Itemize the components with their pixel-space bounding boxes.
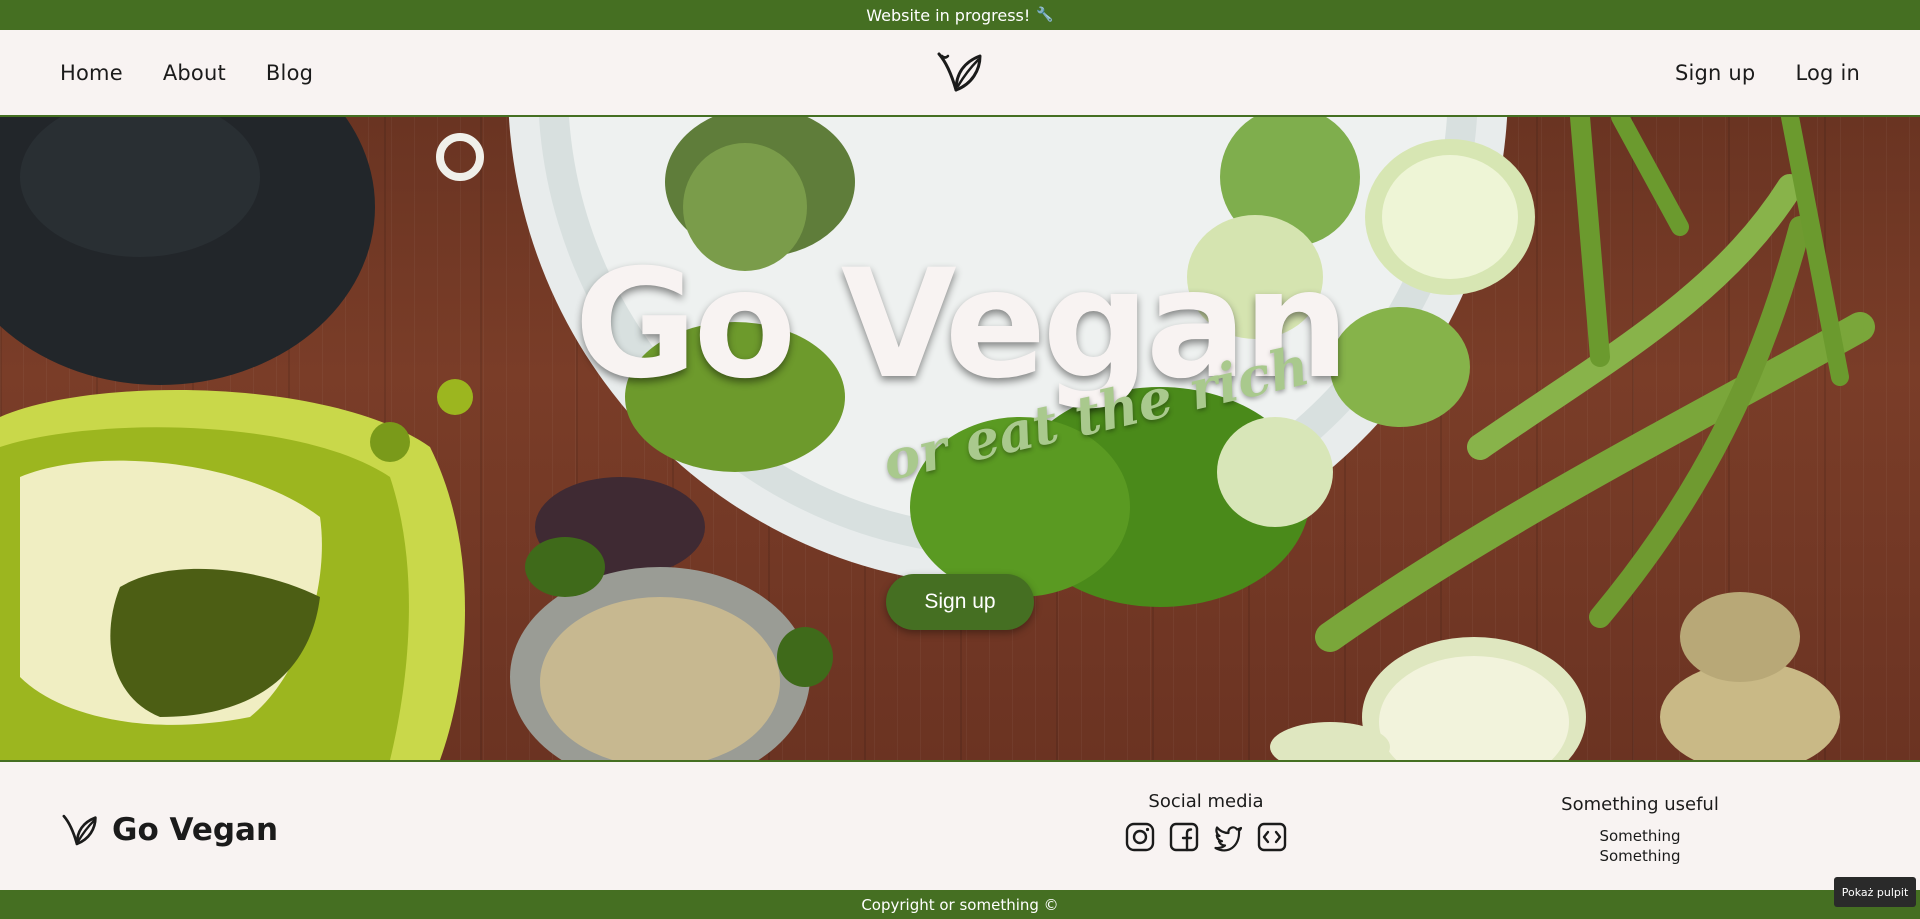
banner-text: Website in progress! bbox=[866, 5, 1031, 25]
copyright-bar: Copyright or something © bbox=[0, 890, 1920, 919]
code-icon[interactable] bbox=[1257, 822, 1287, 852]
top-banner: Website in progress! 🔧 bbox=[0, 0, 1920, 30]
copyright-text: Copyright or something © bbox=[861, 895, 1059, 914]
leaf-logo-icon bbox=[62, 814, 97, 846]
navbar: Home About Blog Sign up Log in bbox=[0, 30, 1920, 117]
nav-right-links: Sign up Log in bbox=[1675, 30, 1860, 115]
useful-title: Something useful bbox=[1561, 794, 1719, 815]
useful-link[interactable]: Something bbox=[1540, 827, 1740, 845]
footer-brand[interactable]: Go Vegan bbox=[60, 810, 278, 850]
useful-links: Something Something bbox=[1540, 827, 1740, 865]
nav-left-links: Home About Blog bbox=[60, 30, 313, 115]
useful-section: Something useful Something Something bbox=[1540, 794, 1740, 865]
social-media-title: Social media bbox=[1148, 791, 1264, 812]
hero-section: Go Vegan or eat the rich Sign up bbox=[0, 117, 1920, 760]
useful-link[interactable]: Something bbox=[1540, 847, 1740, 865]
social-icons bbox=[1120, 822, 1292, 852]
wrench-icon: 🔧 bbox=[1036, 7, 1054, 23]
leaf-logo-icon[interactable] bbox=[934, 46, 986, 98]
footer: Go Vegan Social media Something useful S… bbox=[0, 760, 1920, 890]
footer-brand-name: Go Vegan bbox=[112, 812, 279, 848]
hero-signup-button[interactable]: Sign up bbox=[886, 574, 1034, 630]
nav-home-link[interactable]: Home bbox=[60, 61, 123, 85]
social-media-section: Social media bbox=[1120, 791, 1292, 852]
show-desktop-button[interactable]: Pokaż pulpit bbox=[1834, 877, 1916, 907]
facebook-icon[interactable] bbox=[1169, 822, 1199, 852]
twitter-icon[interactable] bbox=[1213, 822, 1243, 852]
nav-blog-link[interactable]: Blog bbox=[266, 61, 313, 85]
nav-about-link[interactable]: About bbox=[163, 61, 226, 85]
hero-title: Go Vegan bbox=[574, 238, 1349, 412]
instagram-icon[interactable] bbox=[1125, 822, 1155, 852]
nav-signup-link[interactable]: Sign up bbox=[1675, 61, 1756, 85]
nav-login-link[interactable]: Log in bbox=[1795, 61, 1860, 85]
